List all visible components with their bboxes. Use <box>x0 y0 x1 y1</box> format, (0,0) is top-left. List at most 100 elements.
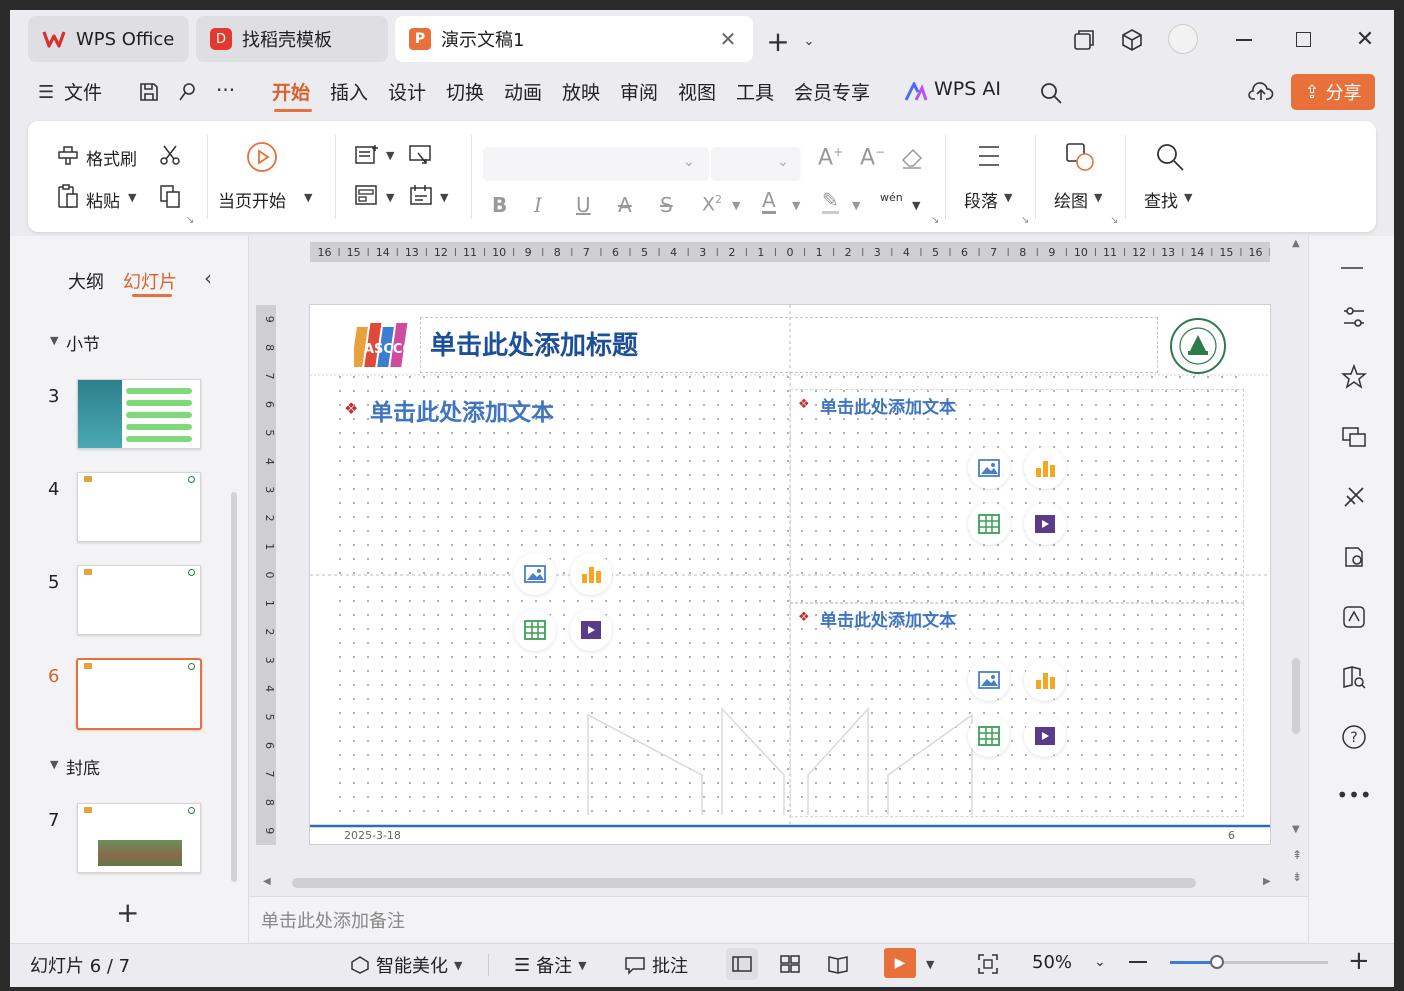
more-icon[interactable]: ··· <box>216 78 235 102</box>
chevron-down-icon[interactable]: ▼ <box>912 199 920 212</box>
collapse-panel-icon[interactable]: ‹ <box>204 266 212 290</box>
copy-icon[interactable] <box>158 183 182 209</box>
drawing-expand-icon[interactable]: ↘ <box>1110 215 1118 226</box>
menu-insert[interactable]: 插入 <box>330 78 368 105</box>
paragraph-button[interactable]: 段落 <box>964 187 998 212</box>
italic-icon[interactable]: I <box>534 193 542 217</box>
chevron-down-icon[interactable]: ▼ <box>852 199 860 212</box>
notes-pane[interactable]: 单击此处添加备注 <box>249 896 1308 942</box>
highlight-icon[interactable]: ✎ <box>822 189 839 214</box>
menu-file[interactable]: 文件 <box>64 78 102 105</box>
insert-video-icon[interactable] <box>570 609 612 651</box>
ai-design-icon[interactable] <box>1339 602 1369 632</box>
layout-icon[interactable] <box>354 183 380 207</box>
maximize-icon[interactable] <box>1296 32 1311 47</box>
phonetic-guide-icon[interactable]: wén <box>880 191 903 212</box>
avatar[interactable] <box>1168 24 1198 54</box>
chevron-down-icon[interactable]: ▼ <box>792 199 800 212</box>
more-icon[interactable]: ••• <box>1336 780 1371 810</box>
section-label[interactable]: 小节 <box>66 330 100 355</box>
fit-to-window-icon[interactable] <box>972 948 1004 980</box>
new-slide-icon[interactable] <box>354 143 380 167</box>
next-slide-icon[interactable]: ⇟ <box>1292 870 1302 884</box>
panel-scrollbar[interactable] <box>231 492 237 882</box>
menu-review[interactable]: 审阅 <box>620 78 658 105</box>
slide-thumbnail-7[interactable] <box>77 803 201 873</box>
close-window-icon[interactable]: ✕ <box>1352 26 1378 52</box>
bold-icon[interactable]: B <box>492 193 507 217</box>
underline-icon[interactable]: U <box>576 193 591 217</box>
menu-wps-ai[interactable]: WPS AI <box>934 78 1001 100</box>
format-painter-button[interactable]: 格式刷 <box>86 145 137 170</box>
section-collapse-icon[interactable]: ▼ <box>50 758 58 771</box>
font-size-select[interactable]: ⌄ <box>711 147 801 181</box>
eraser-icon[interactable] <box>900 147 924 169</box>
chevron-down-icon[interactable]: ▼ <box>1004 191 1012 204</box>
insert-video-icon[interactable] <box>1024 503 1066 545</box>
previous-slide-icon[interactable]: ⇞ <box>1292 848 1302 862</box>
search-icon[interactable] <box>1039 81 1063 105</box>
chevron-down-icon[interactable]: ▼ <box>386 149 394 162</box>
scroll-up-icon[interactable]: ▲ <box>1292 238 1300 249</box>
right-top-placeholder[interactable] <box>790 389 1244 603</box>
window-layout-icon[interactable] <box>1072 28 1096 52</box>
zoom-out-icon[interactable] <box>1129 961 1147 963</box>
zoom-level-select[interactable]: 50% <box>1032 952 1072 973</box>
section-icon[interactable] <box>408 183 434 207</box>
tab-wps-office[interactable]: WPS Office <box>28 16 189 62</box>
menu-design[interactable]: 设计 <box>388 78 426 105</box>
menu-slideshow[interactable]: 放映 <box>562 78 600 105</box>
section-collapse-icon[interactable]: ▼ <box>50 334 58 347</box>
left-text-placeholder[interactable]: 单击此处添加文本 <box>370 393 554 427</box>
magic-tools-icon[interactable] <box>1339 482 1369 512</box>
comment-button[interactable]: 批注 <box>624 952 688 978</box>
slide-thumbnail-6-selected[interactable] <box>76 658 202 730</box>
slide-canvas[interactable]: ASCCC 单击此处添加标题 ❖ 单击此处添加文本 ❖ 单击此处添加文本 ❖ 单… <box>309 304 1271 845</box>
insert-chart-icon[interactable] <box>1024 659 1066 701</box>
chevron-down-icon[interactable]: ⌄ <box>1094 954 1106 970</box>
insert-table-icon[interactable] <box>968 715 1010 757</box>
title-placeholder[interactable]: 单击此处添加标题 <box>430 325 638 362</box>
right-bottom-text-placeholder[interactable]: 单击此处添加文本 <box>820 606 956 631</box>
horizontal-scrollbar[interactable] <box>292 878 1196 888</box>
menu-member[interactable]: 会员专享 <box>794 78 870 105</box>
chevron-down-icon[interactable]: ▼ <box>1184 191 1192 204</box>
right-bottom-placeholder[interactable] <box>790 603 1244 817</box>
tab-docer-templates[interactable]: D 找稻壳模板 <box>196 16 388 62</box>
insert-chart-icon[interactable] <box>570 553 612 595</box>
paste-button[interactable]: 粘贴 <box>86 187 120 212</box>
slide-thumbnail-3[interactable] <box>77 379 201 449</box>
superscript-icon[interactable]: X2 <box>702 193 722 215</box>
drawing-button[interactable]: 绘图 <box>1054 187 1088 212</box>
cube-icon[interactable] <box>1120 28 1144 52</box>
slide-date[interactable]: 2025-3-18 <box>344 829 401 842</box>
notes-button[interactable]: ☰ 备注 ▼ <box>514 952 587 978</box>
insert-table-icon[interactable] <box>968 503 1010 545</box>
font-color-icon[interactable]: A <box>762 189 776 214</box>
scroll-down-icon[interactable]: ▼ <box>1292 824 1300 835</box>
slide-thumbnail-4[interactable] <box>77 472 201 542</box>
close-tab-icon[interactable]: ✕ <box>717 27 739 51</box>
chevron-down-icon[interactable]: ▼ <box>386 191 394 204</box>
double-strikethrough-icon[interactable]: S <box>660 193 673 217</box>
menu-view[interactable]: 视图 <box>678 78 716 105</box>
cut-icon[interactable] <box>158 143 182 167</box>
undo-history-icon[interactable] <box>176 81 198 103</box>
scroll-right-icon[interactable]: ▶ <box>1263 876 1271 887</box>
properties-icon[interactable] <box>1339 302 1369 332</box>
star-icon[interactable] <box>1339 362 1369 392</box>
find-button[interactable]: 查找 <box>1144 187 1178 212</box>
right-top-text-placeholder[interactable]: 单击此处添加文本 <box>820 393 956 418</box>
font-expand-icon[interactable]: ↘ <box>931 215 939 226</box>
reading-view-icon[interactable] <box>822 948 854 980</box>
menu-home[interactable]: 开始 <box>272 78 310 105</box>
add-slide-icon[interactable]: + <box>116 896 139 929</box>
chevron-down-icon[interactable]: ▼ <box>926 958 934 971</box>
slides-tab[interactable]: 幻灯片 <box>123 268 177 294</box>
vertical-scrollbar[interactable] <box>1292 658 1300 734</box>
strikethrough-icon[interactable]: A <box>618 193 632 217</box>
paragraph-expand-icon[interactable]: ↘ <box>1021 215 1029 226</box>
menu-tools[interactable]: 工具 <box>736 78 774 105</box>
chevron-down-icon[interactable]: ▼ <box>440 191 448 204</box>
slide-thumbnail-5[interactable] <box>77 565 201 635</box>
